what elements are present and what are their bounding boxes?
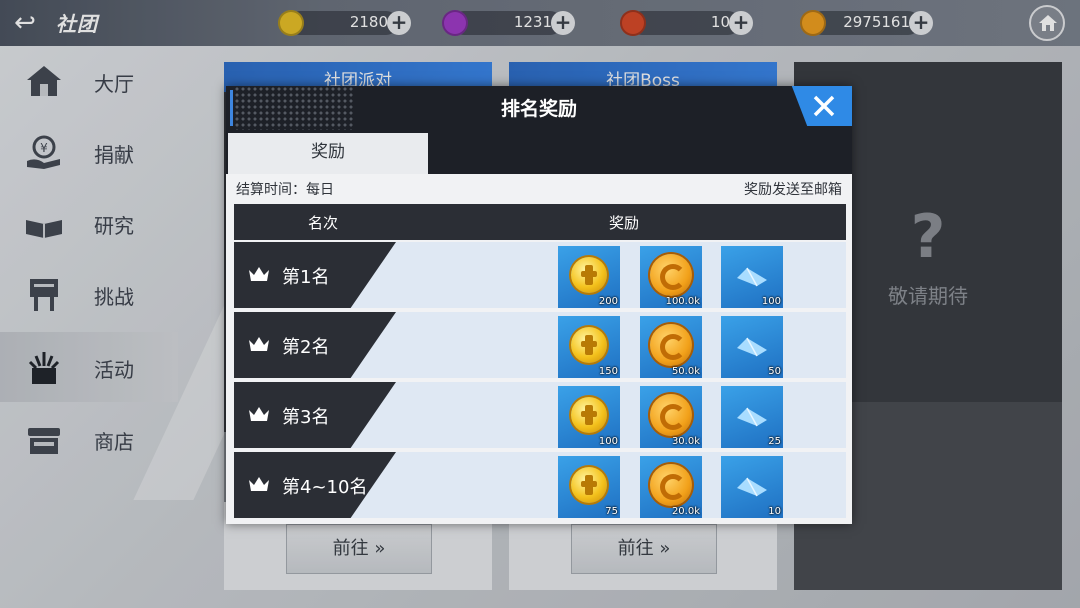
- shard-reward[interactable]: 100: [721, 246, 783, 308]
- coin-icon: [650, 394, 692, 436]
- gold-token-reward[interactable]: 75: [558, 456, 620, 518]
- dialog-title: 排名奖励: [500, 98, 577, 120]
- column-header-reward: 奖励: [608, 214, 639, 232]
- table-row: 第4~10名 75 20.0k 10: [234, 452, 846, 518]
- rank-label: 第2名: [282, 337, 330, 358]
- rank-label: 第3名: [282, 407, 330, 428]
- gold-token-icon: [571, 397, 607, 433]
- shard-reward[interactable]: 25: [721, 386, 783, 448]
- coin-icon: [650, 464, 692, 506]
- reward-amount: 75: [605, 506, 618, 517]
- coin-reward[interactable]: 100.0k: [640, 246, 702, 308]
- gold-token-reward[interactable]: 100: [558, 386, 620, 448]
- crown-icon: [249, 337, 269, 351]
- reward-amount: 100: [761, 296, 781, 307]
- rank-reward-dialog: 排名奖励 奖励 结算时间：每日 奖励发送至邮箱 名次 奖励 第1名 200 10…: [226, 86, 852, 524]
- gold-token-icon: [571, 327, 607, 363]
- coin-icon: [650, 254, 692, 296]
- shard-reward[interactable]: 10: [721, 456, 783, 518]
- mail-notice-text: 奖励发送至邮箱: [744, 182, 842, 198]
- close-icon: [813, 95, 835, 117]
- crystal-shard-icon: [737, 337, 767, 357]
- reward-amount: 150: [598, 366, 618, 377]
- table-row: 第3名 100 30.0k 25: [234, 382, 846, 448]
- crystal-shard-icon: [737, 477, 767, 497]
- table-header: 名次 奖励: [234, 204, 846, 240]
- coin-reward[interactable]: 30.0k: [640, 386, 702, 448]
- reward-amount: 50: [768, 366, 781, 377]
- coin-icon: [650, 324, 692, 366]
- reward-amount: 30.0k: [671, 436, 700, 447]
- coin-reward[interactable]: 50.0k: [640, 316, 702, 378]
- reward-amount: 100.0k: [665, 296, 700, 307]
- table-row: 第1名 200 100.0k 100: [234, 242, 846, 308]
- column-header-rank: 名次: [307, 214, 338, 232]
- reward-amount: 20.0k: [671, 506, 700, 517]
- rank-label: 第1名: [282, 267, 330, 288]
- gold-token-icon: [571, 467, 607, 503]
- dialog-header: 排名奖励: [226, 86, 852, 130]
- reward-amount: 100: [598, 436, 618, 447]
- gold-token-icon: [571, 257, 607, 293]
- rank-label: 第4~10名: [282, 477, 368, 498]
- reward-amount: 200: [598, 296, 618, 307]
- tab-reward[interactable]: 奖励: [228, 133, 428, 174]
- gold-token-reward[interactable]: 200: [558, 246, 620, 308]
- crystal-shard-icon: [737, 407, 767, 427]
- coin-reward[interactable]: 20.0k: [640, 456, 702, 518]
- crystal-shard-icon: [737, 267, 767, 287]
- crown-icon: [249, 407, 269, 421]
- table-row: 第2名 150 50.0k 50: [234, 312, 846, 378]
- shard-reward[interactable]: 50: [721, 316, 783, 378]
- reward-amount: 50.0k: [671, 366, 700, 377]
- gold-token-reward[interactable]: 150: [558, 316, 620, 378]
- reward-amount: 25: [768, 436, 781, 447]
- settle-time-text: 结算时间：每日: [236, 182, 334, 198]
- crown-icon: [249, 267, 269, 281]
- crown-icon: [249, 477, 269, 491]
- reward-amount: 10: [768, 506, 781, 517]
